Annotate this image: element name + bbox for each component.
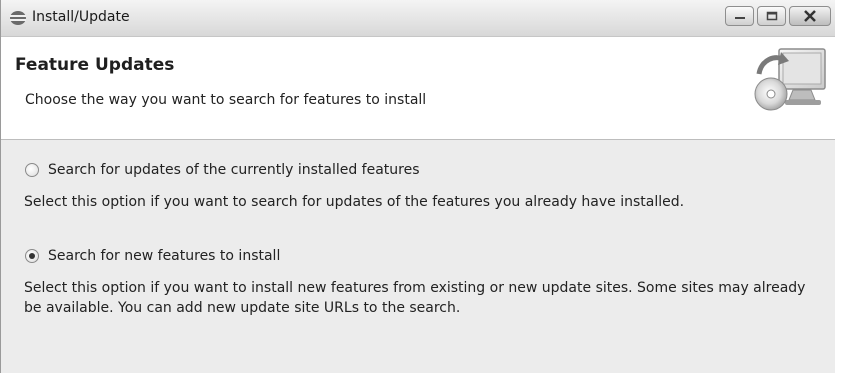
- options-panel: Search for updates of the currently inst…: [1, 140, 835, 373]
- wizard-header: Feature Updates Choose the way you want …: [1, 37, 835, 140]
- close-icon: [804, 10, 816, 22]
- radio-label[interactable]: Search for new features to install: [48, 248, 280, 264]
- maximize-icon: [766, 11, 777, 21]
- radio-label[interactable]: Search for updates of the currently inst…: [48, 162, 420, 178]
- install-update-window: Install/Update Feature Updates Choose th…: [0, 0, 835, 373]
- maximize-button[interactable]: [757, 6, 786, 26]
- install-update-icon: [9, 9, 27, 27]
- title-bar[interactable]: Install/Update: [1, 0, 835, 37]
- radio-option-new-features[interactable]: Search for new features to install: [25, 248, 280, 264]
- minimize-button[interactable]: [725, 6, 754, 26]
- window-title: Install/Update: [32, 9, 130, 25]
- page-description: Choose the way you want to search for fe…: [25, 92, 427, 108]
- radio-option-updates[interactable]: Search for updates of the currently inst…: [25, 162, 420, 178]
- radio-button-selected[interactable]: [25, 249, 39, 263]
- minimize-icon: [734, 17, 745, 19]
- close-button[interactable]: [789, 6, 831, 26]
- radio-button[interactable]: [25, 163, 39, 177]
- update-monitor-cd-icon: [753, 44, 831, 118]
- option-description: Select this option if you want to instal…: [24, 280, 806, 316]
- option-description: Select this option if you want to search…: [24, 194, 685, 210]
- page-title: Feature Updates: [15, 55, 175, 75]
